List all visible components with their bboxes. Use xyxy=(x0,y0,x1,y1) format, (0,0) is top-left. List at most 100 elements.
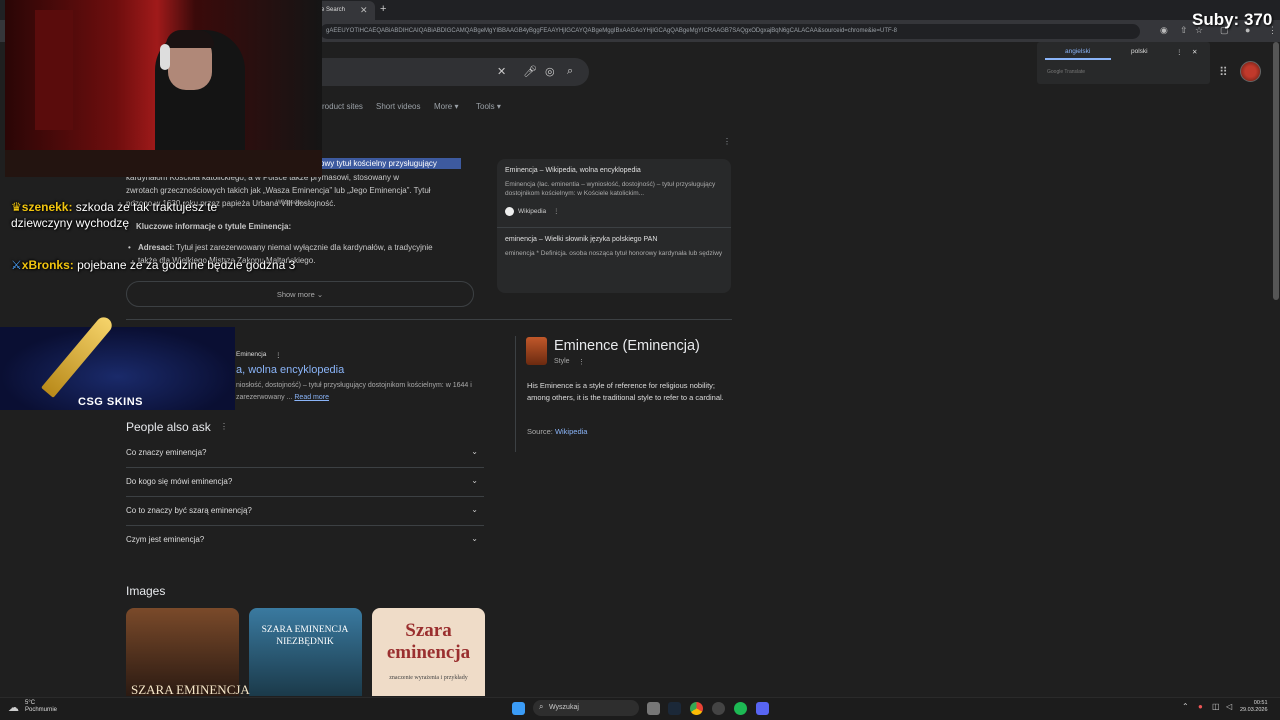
bullet-label: Adresaci: xyxy=(138,243,175,252)
knowledge-panel-image[interactable] xyxy=(526,337,547,365)
translate-close-icon[interactable]: ✕ xyxy=(1192,48,1197,56)
result-snippet-text: niosłość, dostojność) – tytuł przysługuj… xyxy=(236,382,472,401)
source-divider xyxy=(497,227,731,228)
show-more-button[interactable]: Show more ⌄ xyxy=(126,281,474,307)
knowledge-title: Eminence (Eminencja) xyxy=(554,338,700,354)
result-snippet: niosłość, dostojność) – tytuł przysługuj… xyxy=(236,380,486,404)
paa-question-1[interactable]: Co znaczy eminencja? ⌄ xyxy=(126,439,484,468)
start-icon[interactable] xyxy=(512,702,525,715)
paa-heading: People also ask xyxy=(126,420,211,434)
chat-text: pojebane że za godzine będzie godzna 3 xyxy=(73,258,296,272)
image-2-text: SZARA EMINENCJA NIEZBĘDNIK xyxy=(261,625,349,647)
knowledge-source-label: Source: xyxy=(527,427,555,436)
show-more-label: Show more xyxy=(276,290,315,299)
paa-question-text: Co znaczy eminencja? xyxy=(126,448,207,457)
sword-icon: ⚔ xyxy=(11,258,22,272)
paa-question-3[interactable]: Co to znaczy być szarą eminencją? ⌄ xyxy=(126,497,484,526)
filter-more[interactable]: More ▾ xyxy=(434,102,458,111)
knowledge-body: His Eminence is a style of reference for… xyxy=(527,381,724,402)
chat-username: xBronks: xyxy=(21,258,74,272)
weather-desc: Pochmurnie xyxy=(25,707,58,713)
volume-icon[interactable]: ◁ xyxy=(1226,702,1232,711)
weather-widget[interactable]: 5°C Pochmurnie xyxy=(25,700,57,714)
filter-tools[interactable]: Tools ▾ xyxy=(476,102,501,111)
search-icon: ⌕ xyxy=(539,702,544,711)
translate-tab-indicator xyxy=(1045,58,1111,60)
taskbar xyxy=(0,697,1280,720)
read-more-link[interactable]: Read more xyxy=(294,394,329,401)
clear-search-icon[interactable]: ✕ xyxy=(497,65,506,78)
knowledge-source-link[interactable]: Wikipedia xyxy=(555,427,588,436)
taskbar-search[interactable]: Wyszukaj xyxy=(533,700,639,716)
chat-message-2: ⚔xBronks: pojebane że za godzine będzie … xyxy=(11,257,301,273)
result-site-name: Eminencja xyxy=(236,351,267,358)
search-icon[interactable]: ⌕ xyxy=(567,65,573,78)
paa-menu-icon[interactable]: ⋮ xyxy=(220,422,228,431)
chevron-down-icon: ⌄ xyxy=(316,290,324,299)
source-title-2[interactable]: eminencja – Wielki słownik języka polski… xyxy=(505,236,657,243)
new-tab-icon[interactable]: + xyxy=(380,3,386,15)
chevron-down-icon: ⌄ xyxy=(471,476,478,485)
address-bar[interactable]: gAEEUYOTIHCAEQABiABDIHCAIQABiABDIGCAMQAB… xyxy=(320,24,1140,39)
image-result-2[interactable] xyxy=(249,608,362,696)
lens-icon[interactable]: ◎ xyxy=(545,65,555,78)
source-site-1: Wikipedia xyxy=(518,208,547,215)
wikipedia-icon xyxy=(505,207,514,216)
headphones-icon xyxy=(160,44,170,70)
knowledge-subtitle: Style xyxy=(554,358,570,365)
steam-icon[interactable] xyxy=(668,702,681,715)
result-title-link[interactable]: a, wolna encyklopedia xyxy=(236,364,344,376)
images-heading: Images xyxy=(126,584,166,598)
task-view-icon[interactable] xyxy=(647,702,660,715)
tray-mic-icon[interactable]: ● xyxy=(1198,702,1203,711)
microphone-icon[interactable]: 🎤︎ xyxy=(523,65,537,78)
tray-chevron-icon[interactable]: ⌃ xyxy=(1182,702,1189,711)
sponsor-banner-text: CSG SKINS xyxy=(78,396,144,408)
ai-source-chip[interactable]: Wikipedia +1 xyxy=(276,198,311,209)
apps-grid-icon[interactable]: ⠿ xyxy=(1219,65,1228,79)
bullet-dot: • xyxy=(128,243,131,252)
clock-time: 00:51 xyxy=(1253,700,1268,706)
taskbar-clock[interactable]: 00:51 29.03.2026 xyxy=(1240,700,1268,714)
paa-question-text: Co to znaczy być szarą eminencją? xyxy=(126,506,252,515)
taskbar-search-label: Wyszukaj xyxy=(549,704,579,711)
filter-products[interactable]: roduct sites xyxy=(322,102,363,111)
translate-target-lang[interactable]: polski xyxy=(1131,48,1148,55)
filter-short-videos[interactable]: Short videos xyxy=(376,102,420,111)
ai-overview-menu-icon[interactable]: ⋮ xyxy=(723,137,731,146)
source-menu-icon[interactable]: ⋮ xyxy=(553,207,560,216)
discord-icon[interactable] xyxy=(756,702,769,715)
network-icon[interactable]: ◫ xyxy=(1212,702,1220,711)
translate-source-lang[interactable]: angielski xyxy=(1065,48,1090,55)
chevron-down-icon: ⌄ xyxy=(471,534,478,543)
chevron-down-icon: ⌄ xyxy=(471,505,478,514)
avatar[interactable] xyxy=(1240,61,1261,82)
translate-popup xyxy=(1037,42,1210,84)
weather-icon[interactable]: ☁ xyxy=(8,701,19,714)
knowledge-menu-icon[interactable]: ⋮ xyxy=(578,358,585,366)
obs-icon[interactable] xyxy=(712,702,725,715)
page-scrollbar[interactable] xyxy=(1273,42,1279,300)
source-body-1: Eminencja (łac. eminentia – wyniosłość, … xyxy=(505,181,716,197)
weather-temp: 5°C xyxy=(25,700,36,706)
chat-username: szenekk: xyxy=(21,200,73,214)
image-1-text: SZARA EMINENCJA xyxy=(131,682,250,697)
clock-date: 29.03.2026 xyxy=(1240,707,1268,713)
paa-question-text: Czym jest eminencja? xyxy=(126,535,205,544)
webcam-desk xyxy=(5,150,322,177)
chrome-icon[interactable] xyxy=(690,702,703,715)
translate-brand: Google Translate xyxy=(1047,69,1086,75)
source-body-2: eminencja * Definicja. osoba nosząca tyt… xyxy=(505,250,723,257)
webcam-door xyxy=(35,10,73,130)
share-icon[interactable]: ⇧ xyxy=(1180,25,1188,36)
result-menu-icon[interactable]: ⋮ xyxy=(275,351,282,359)
chevron-down-icon: ⌄ xyxy=(471,447,478,456)
translate-icon[interactable]: ◉ xyxy=(1160,25,1168,36)
crown-icon: ♛ xyxy=(11,200,22,214)
translate-options-icon[interactable]: ⋮ xyxy=(1176,48,1183,56)
spotify-icon[interactable] xyxy=(734,702,747,715)
paa-question-2[interactable]: Do kogo się mówi eminencja? ⌄ xyxy=(126,468,484,497)
source-title-1[interactable]: Eminencja – Wikipedia, wolna encyklopedi… xyxy=(505,167,641,174)
paa-question-4[interactable]: Czym jest eminencja? ⌄ xyxy=(126,526,484,555)
close-tab-icon[interactable]: ✕ xyxy=(360,5,368,16)
